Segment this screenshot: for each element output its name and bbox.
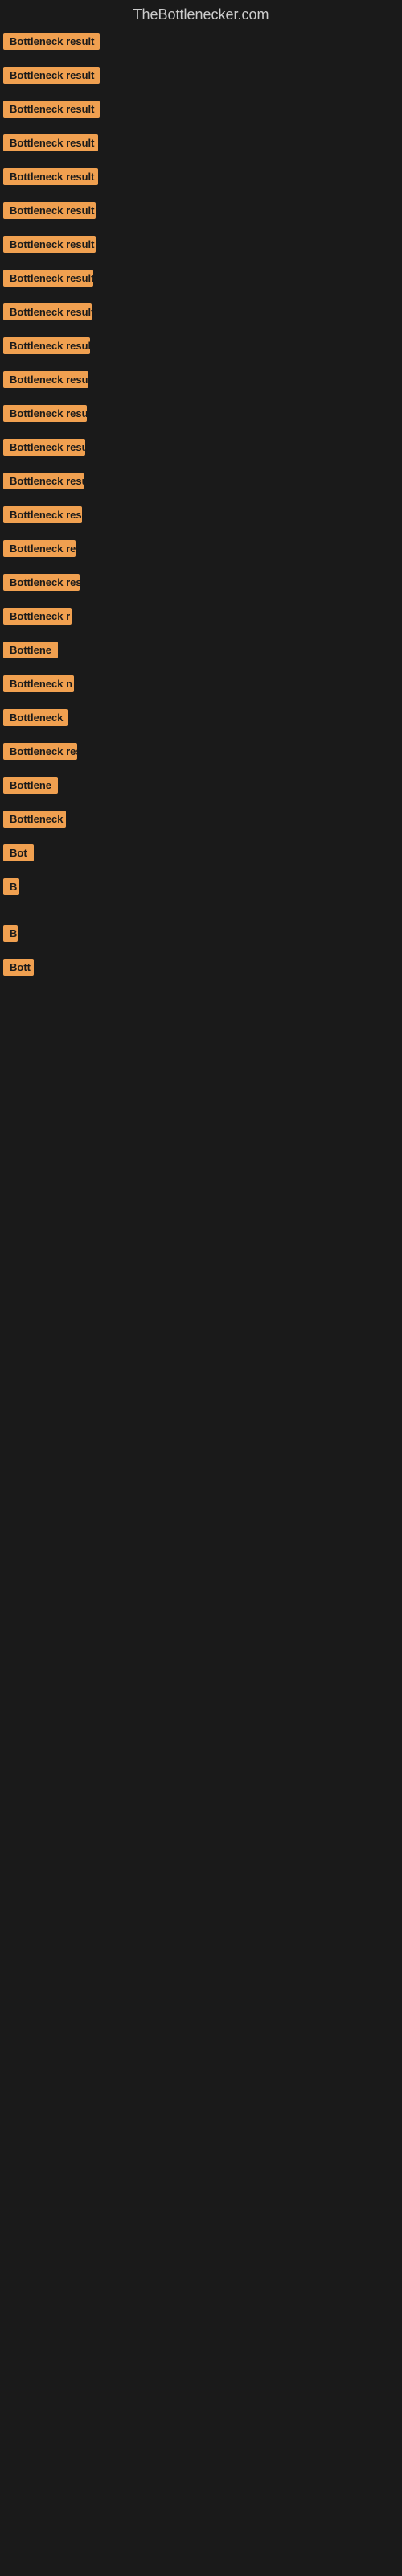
list-item: Bottleneck result [0,128,402,162]
list-item: Bottleneck result [0,432,402,466]
list-item: Bottleneck res [0,737,402,770]
bottleneck-result-label: Bottleneck [3,811,66,828]
bottleneck-result-label: Bottleneck result [3,134,98,151]
list-item: Bot [0,838,402,872]
list-item: Bottleneck result [0,466,402,500]
list-item: B [0,872,402,906]
bottleneck-result-label: Bottlene [3,642,58,658]
list-item: Bottleneck result [0,365,402,398]
bottleneck-result-label: Bottleneck result [3,506,82,523]
list-item [0,986,402,999]
bottleneck-result-label: Bottleneck result [3,236,96,253]
bottleneck-result-label: Bottlene [3,777,58,794]
bottleneck-result-label: Bottleneck result [3,101,100,118]
bottleneck-result-label: Bottleneck result [3,168,98,185]
list-item: Bottleneck [0,804,402,838]
bottleneck-result-label: B [3,878,19,895]
bottleneck-result-label: Bottleneck result [3,439,85,456]
bottleneck-result-label: Bottleneck result [3,371,88,388]
list-item: Bottleneck r [0,601,402,635]
bottleneck-result-label: B [3,925,18,942]
bottleneck-result-label: Bott [3,959,34,976]
list-item: Bottleneck result [0,196,402,229]
bottleneck-result-label: Bottleneck result [3,337,90,354]
bottleneck-result-label: Bottleneck result [3,473,84,489]
list-item: Bottlene [0,635,402,669]
list-item [0,906,402,919]
bottleneck-result-label: Bottleneck n [3,675,74,692]
list-item: Bottleneck result [0,229,402,263]
list-item: Bottleneck re [0,534,402,568]
list-item: Bottleneck result [0,568,402,601]
site-title: TheBottlenecker.com [0,0,402,27]
list-item [0,999,402,1012]
bottleneck-result-label: Bottleneck result [3,574,80,591]
list-item: Bottleneck result [0,60,402,94]
list-item [0,1012,402,1025]
list-item: B [0,919,402,952]
bottleneck-result-label: Bottleneck result [3,270,93,287]
list-item: Bottleneck result [0,263,402,297]
list-item: Bottleneck [0,703,402,737]
list-item: Bottleneck result [0,27,402,60]
list-item: Bottleneck result [0,94,402,128]
bottleneck-result-label: Bottleneck result [3,405,87,422]
list-item: Bottleneck result [0,398,402,432]
bottleneck-result-label: Bottleneck result [3,67,100,84]
bottleneck-result-label: Bottleneck result [3,33,100,50]
list-item: Bottleneck result [0,500,402,534]
bottleneck-result-label: Bottleneck [3,709,68,726]
bottleneck-result-label: Bottleneck re [3,540,76,557]
list-item: Bott [0,952,402,986]
bottleneck-result-label: Bot [3,844,34,861]
list-item: Bottlene [0,770,402,804]
bottleneck-result-label: Bottleneck result [3,303,92,320]
list-item: Bottleneck result [0,297,402,331]
list-item: Bottleneck result [0,331,402,365]
bottleneck-result-label: Bottleneck result [3,202,96,219]
list-item: Bottleneck n [0,669,402,703]
bottleneck-result-label: Bottleneck res [3,743,77,760]
bottleneck-result-label: Bottleneck r [3,608,72,625]
list-item: Bottleneck result [0,162,402,196]
